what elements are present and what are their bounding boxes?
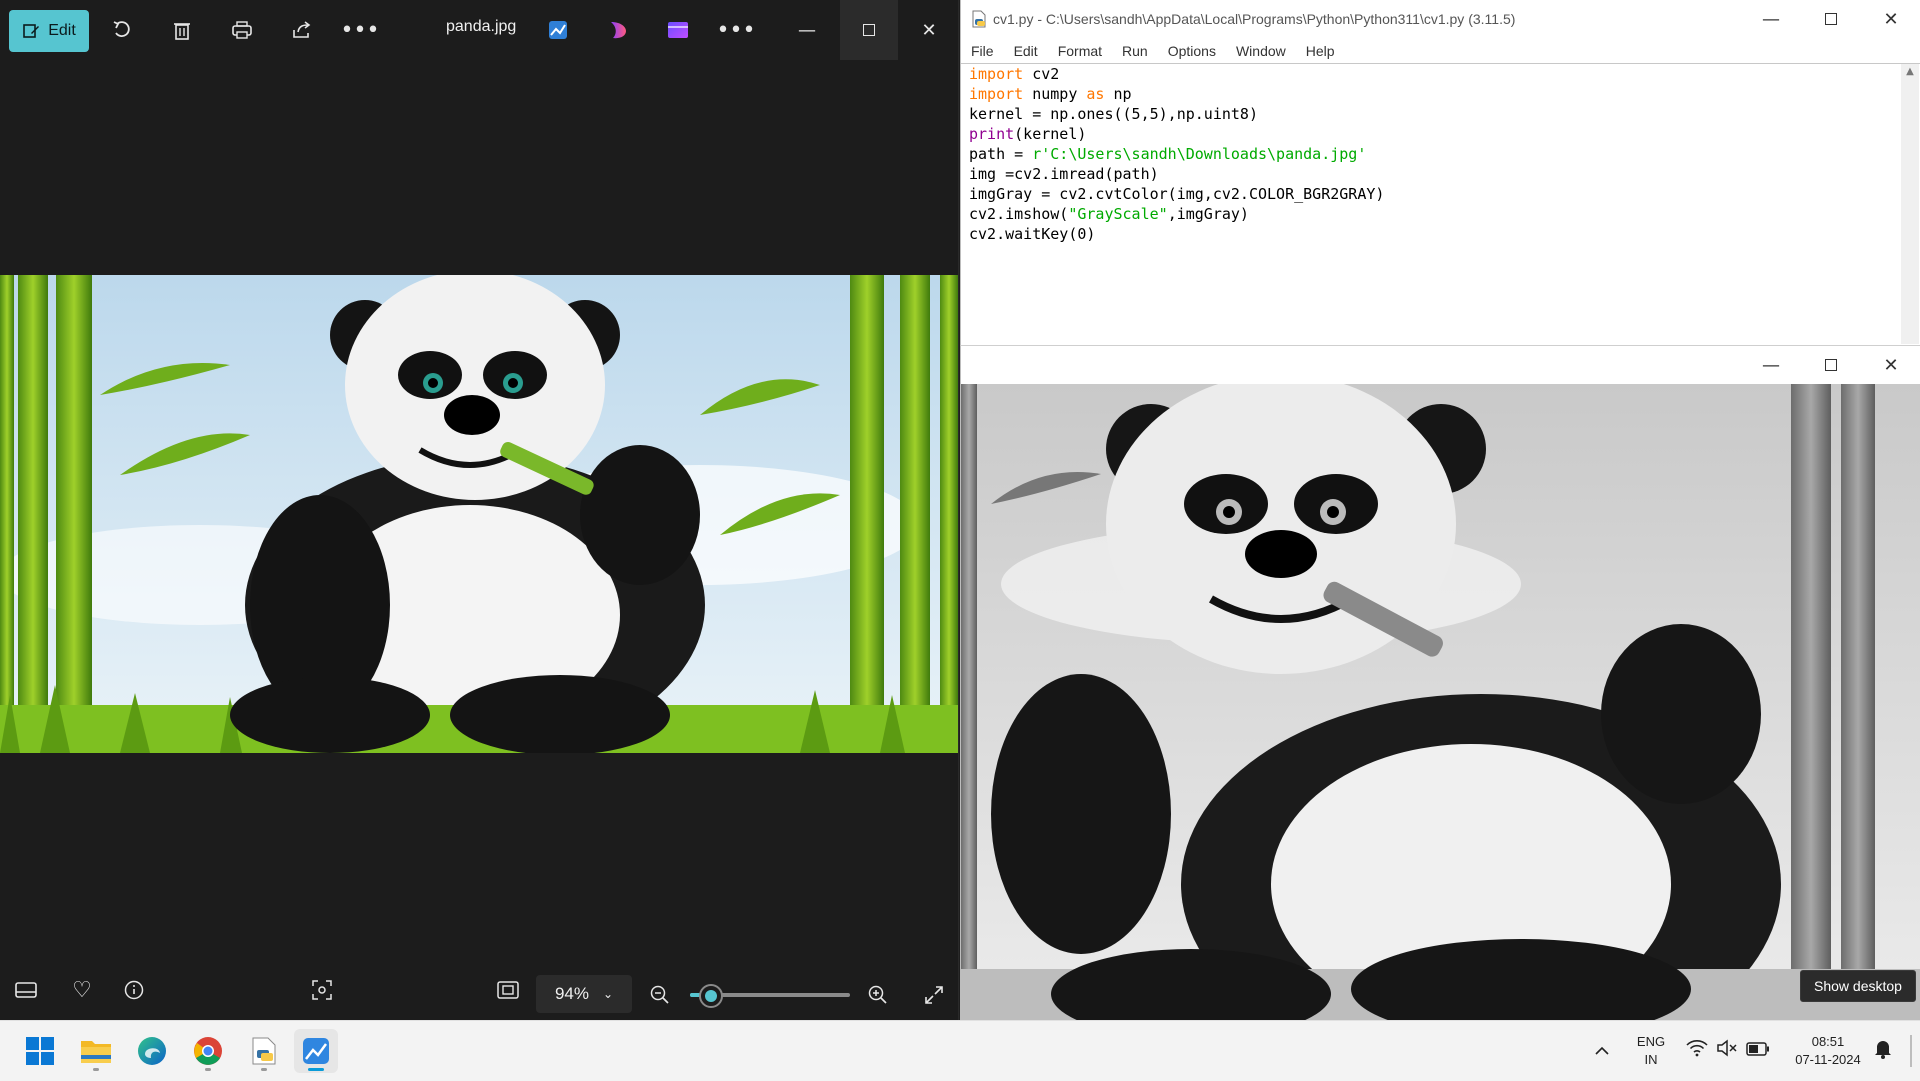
photos-bottom-bar: ♡ (0, 960, 958, 1020)
menu-window[interactable]: Window (1226, 43, 1296, 59)
info-icon[interactable] (114, 970, 154, 1010)
language-indicator[interactable]: ENG IN (1628, 1033, 1674, 1069)
grayscale-window: — ✕ (960, 345, 1920, 1021)
show-desktop-button[interactable] (1910, 1035, 1912, 1067)
designer-icon[interactable] (598, 10, 638, 50)
lang-top: ENG (1636, 1034, 1666, 1049)
code-line-1: import cv2 (969, 65, 1060, 83)
code-line-4: print(kernel) (969, 125, 1087, 143)
running-indicator (308, 1068, 324, 1071)
show-desktop-tooltip: Show desktop (1800, 970, 1916, 1002)
more-icon[interactable]: ••• (340, 10, 380, 50)
clock[interactable]: 08:51 07-11-2024 (1780, 1033, 1876, 1069)
code-line-5: path = r'C:\Users\sandh\Downloads\panda.… (969, 145, 1367, 163)
grayscale-titlebar: — ✕ (961, 346, 1920, 384)
chevron-down-icon: ⌄ (602, 987, 614, 1001)
grayscale-panda-image (961, 384, 1920, 1021)
taskbar: ENG IN 08:51 07-11-2024 (0, 1020, 1920, 1081)
code-line-6: img =cv2.imread(path) (969, 165, 1159, 183)
clock-date: 07-11-2024 (1795, 1052, 1861, 1067)
favorite-icon[interactable]: ♡ (62, 970, 102, 1010)
maximize-icon[interactable] (1801, 346, 1861, 384)
clipchamp-icon[interactable] (658, 10, 698, 50)
code-line-9: cv2.waitKey(0) (969, 225, 1096, 243)
running-indicator (205, 1068, 211, 1071)
file-name: panda.jpg (446, 18, 517, 35)
photos-window: Edit ••• panda.jpg ••• — ✕ ♡ 94% ⌄ (0, 0, 959, 1020)
code-editor[interactable]: import cv2 import numpy as np kernel = np.… (969, 64, 1889, 334)
lang-bottom: IN (1644, 1052, 1658, 1067)
menu-format[interactable]: Format (1048, 43, 1112, 59)
volume-muted-icon[interactable] (1716, 1039, 1738, 1061)
maximize-icon[interactable] (840, 0, 898, 60)
edit-label: Edit (48, 22, 76, 39)
zoom-in-icon[interactable] (858, 975, 898, 1015)
edit-icon (23, 24, 40, 38)
chrome-icon[interactable] (186, 1029, 230, 1073)
minimize-icon[interactable]: — (778, 0, 836, 60)
visual-search-icon[interactable] (302, 970, 342, 1010)
python-file-icon (971, 10, 987, 28)
zoom-dropdown[interactable]: 94% ⌄ (536, 975, 632, 1013)
running-indicator (261, 1068, 267, 1071)
clock-time: 08:51 (1811, 1034, 1845, 1049)
minimize-icon[interactable]: — (1741, 346, 1801, 384)
notepad-icon[interactable] (242, 1029, 286, 1073)
zoom-value: 94% (554, 984, 589, 1003)
code-line-3: kernel = np.ones((5,5),np.uint8) (969, 105, 1258, 123)
photos-toolbar: Edit ••• panda.jpg ••• — ✕ (0, 0, 958, 60)
close-icon[interactable]: ✕ (1861, 0, 1920, 38)
running-indicator (93, 1068, 99, 1071)
start-icon[interactable] (18, 1029, 62, 1073)
delete-icon[interactable] (162, 10, 202, 50)
code-line-7: imgGray = cv2.cvtColor(img,cv2.COLOR_BGR… (969, 185, 1385, 203)
filmstrip-icon[interactable] (6, 970, 46, 1010)
idle-menubar: File Edit Format Run Options Window Help (961, 38, 1920, 64)
panda-photo (0, 275, 958, 753)
rotate-icon[interactable] (102, 10, 142, 50)
menu-run[interactable]: Run (1112, 43, 1158, 59)
menu-edit[interactable]: Edit (1004, 43, 1048, 59)
wifi-icon[interactable] (1686, 1039, 1708, 1061)
edit-button[interactable]: Edit (9, 10, 89, 52)
menu-file[interactable]: File (961, 43, 1004, 59)
code-line-2: import numpy as np (969, 85, 1132, 103)
print-icon[interactable] (222, 10, 262, 50)
photo-editor-icon[interactable] (538, 10, 578, 50)
fullscreen-icon[interactable] (914, 975, 954, 1015)
idle-editor-window: cv1.py - C:\Users\sandh\AppData\Local\Pr… (960, 0, 1920, 345)
scroll-up-icon[interactable]: ▲ (1901, 66, 1919, 77)
zoom-out-icon[interactable] (640, 975, 680, 1015)
notification-bell-icon[interactable] (1874, 1039, 1892, 1063)
code-line-8: cv2.imshow("GrayScale",imgGray) (969, 205, 1249, 223)
minimize-icon[interactable]: — (1741, 0, 1801, 38)
maximize-icon[interactable] (1801, 0, 1861, 38)
close-icon[interactable]: ✕ (900, 0, 958, 60)
vertical-scrollbar[interactable]: ▲ (1901, 64, 1919, 344)
photos-icon[interactable] (294, 1029, 338, 1073)
battery-icon[interactable] (1746, 1041, 1770, 1060)
more-icon-2[interactable]: ••• (716, 10, 756, 50)
menu-help[interactable]: Help (1296, 43, 1345, 59)
menu-options[interactable]: Options (1158, 43, 1226, 59)
edge-icon[interactable] (130, 1029, 174, 1073)
share-icon[interactable] (282, 10, 322, 50)
close-icon[interactable]: ✕ (1861, 346, 1920, 384)
file-explorer-icon[interactable] (74, 1029, 118, 1073)
chevron-up-icon[interactable] (1590, 1039, 1614, 1063)
idle-title-text: cv1.py - C:\Users\sandh\AppData\Local\Pr… (993, 11, 1516, 27)
actual-size-icon[interactable] (488, 970, 528, 1010)
